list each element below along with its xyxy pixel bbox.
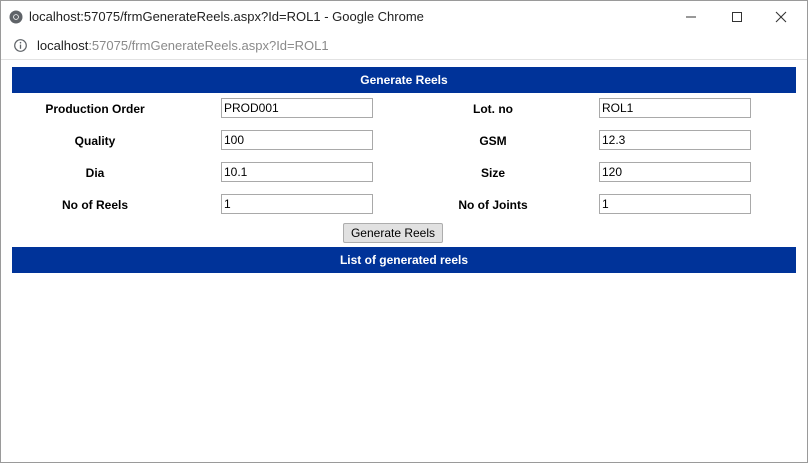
close-icon xyxy=(775,11,787,23)
chrome-icon xyxy=(9,10,23,24)
production-order-input[interactable] xyxy=(221,98,373,118)
maximize-button[interactable] xyxy=(714,1,760,33)
close-button[interactable] xyxy=(758,1,804,33)
url-text[interactable]: localhost:57075/frmGenerateReels.aspx?Id… xyxy=(37,38,329,53)
generate-reels-header-text: Generate Reels xyxy=(360,73,448,87)
production-order-label: Production Order xyxy=(45,102,145,116)
gsm-input[interactable] xyxy=(599,130,751,150)
title-bar[interactable]: localhost:57075/frmGenerateReels.aspx?Id… xyxy=(1,1,807,33)
generated-reels-list-header-text: List of generated reels xyxy=(339,253,469,267)
dia-input[interactable] xyxy=(221,162,373,182)
no-of-joints-input[interactable] xyxy=(599,194,751,214)
window-title: localhost:57075/frmGenerateReels.aspx?Id… xyxy=(29,9,424,24)
url-path: :57075/frmGenerateReels.aspx?Id=ROL1 xyxy=(88,38,329,53)
maximize-icon xyxy=(732,12,742,22)
generate-reels-header: Generate Reels xyxy=(12,67,796,93)
no-of-joints-label: No of Joints xyxy=(458,198,528,212)
quality-input[interactable] xyxy=(221,130,373,150)
generated-reels-list xyxy=(12,273,796,453)
dia-label: Dia xyxy=(85,166,105,180)
size-label: Size xyxy=(480,166,505,180)
minimize-icon xyxy=(686,16,696,18)
generated-reels-list-header: List of generated reels xyxy=(12,247,796,273)
no-of-reels-input[interactable] xyxy=(221,194,373,214)
address-bar[interactable]: localhost:57075/frmGenerateReels.aspx?Id… xyxy=(1,33,807,60)
quality-label: Quality xyxy=(74,134,116,148)
generate-reels-button[interactable]: Generate Reels xyxy=(343,223,443,243)
popup-window: localhost:57075/frmGenerateReels.aspx?Id… xyxy=(0,0,808,463)
size-input[interactable] xyxy=(599,162,751,182)
gsm-label: GSM xyxy=(479,134,507,148)
page-content: Generate Reels Production Order Lot. no … xyxy=(1,60,807,462)
info-icon[interactable] xyxy=(14,39,27,52)
lot-no-input[interactable] xyxy=(599,98,751,118)
minimize-button[interactable] xyxy=(668,1,714,33)
lot-no-label: Lot. no xyxy=(473,102,513,116)
no-of-reels-label: No of Reels xyxy=(61,198,128,212)
url-host: localhost xyxy=(37,38,89,53)
